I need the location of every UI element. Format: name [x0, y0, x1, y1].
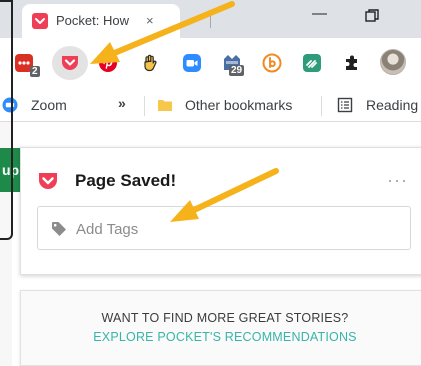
puzzle-icon[interactable]: [342, 53, 362, 73]
pocket-extension-icon[interactable]: [60, 53, 80, 73]
browser-tab[interactable]: Pocket: How ×: [22, 4, 180, 38]
b-extension-icon[interactable]: [262, 53, 282, 73]
bookmark-zoom[interactable]: Zoom: [31, 97, 67, 113]
bookmarks-overflow-icon[interactable]: »: [118, 95, 126, 111]
add-tags-placeholder: Add Tags: [76, 221, 139, 238]
more-options-icon[interactable]: ···: [387, 170, 408, 191]
profile-avatar[interactable]: [380, 49, 406, 75]
pinterest-icon[interactable]: [98, 53, 118, 73]
pocket-logo-icon: [39, 173, 57, 189]
hand-icon[interactable]: [140, 53, 160, 73]
screenshot-root: Pocket: How × — 2 29 Zoom » Other bookma…: [0, 0, 421, 366]
recommendations-heading: WANT TO FIND MORE GREAT STORIES?: [101, 311, 349, 325]
folder-icon: [158, 100, 172, 111]
extension-badge-count: 2: [30, 66, 40, 77]
page-saved-title: Page Saved!: [75, 171, 177, 190]
reading-list-icon: [337, 97, 353, 113]
tab-separator: [210, 10, 211, 28]
bookmarks-separator: [144, 96, 145, 116]
tag-icon: [52, 222, 66, 236]
tab-title: Pocket: How: [56, 13, 129, 28]
recommendations-panel: WANT TO FIND MORE GREAT STORIES? EXPLORE…: [20, 290, 421, 366]
calendar-date-badge: 29: [229, 65, 245, 76]
tab-close-icon[interactable]: ×: [146, 13, 154, 28]
browser-toolbar: 2 29: [0, 38, 421, 88]
pocket-tab-icon: [32, 13, 48, 29]
bookmarks-bar: Zoom » Other bookmarks Reading: [0, 88, 421, 122]
browser-titlebar: Pocket: How × —: [0, 0, 421, 38]
bookmark-reading-list[interactable]: Reading: [366, 97, 418, 113]
restore-window-icon[interactable]: [365, 9, 379, 22]
explore-recommendations-link[interactable]: EXPLORE POCKET'S RECOMMENDATIONS: [21, 330, 421, 344]
bookmarks-separator: [321, 96, 322, 116]
green-extension-icon[interactable]: [302, 53, 322, 73]
bookmark-other-bookmarks[interactable]: Other bookmarks: [185, 97, 292, 113]
minimize-icon[interactable]: —: [312, 5, 327, 22]
zoom-icon[interactable]: [182, 53, 202, 73]
add-tags-input[interactable]: Add Tags: [37, 206, 411, 250]
overlay-window-edge: [0, 0, 13, 240]
